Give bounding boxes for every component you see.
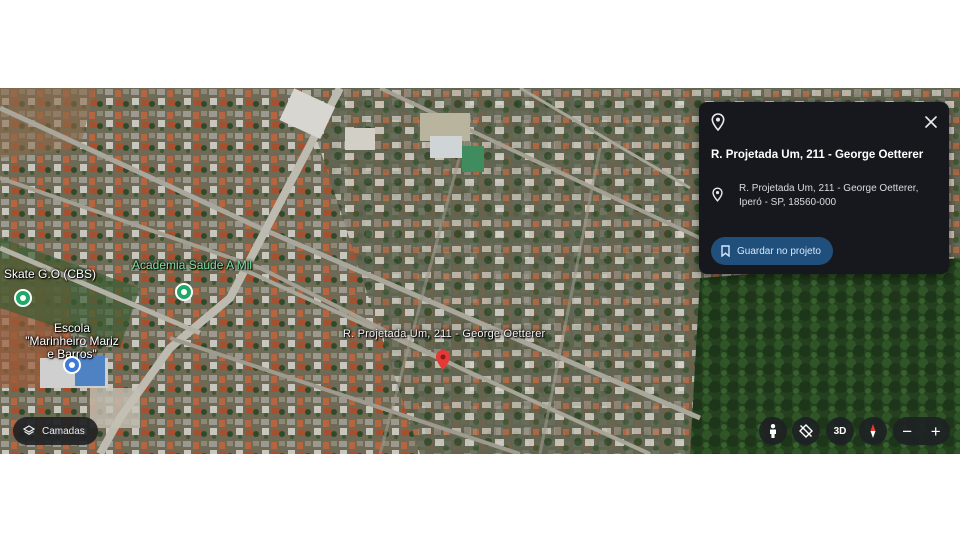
place-address: R. Projetada Um, 211 - George Oetterer, … xyxy=(739,182,944,210)
save-to-project-button[interactable]: Guardar no projeto xyxy=(711,237,833,265)
layers-button[interactable]: Camadas xyxy=(13,417,98,445)
location-pin-icon xyxy=(711,113,725,131)
compass-button[interactable] xyxy=(859,417,887,445)
tilt-toggle-button[interactable] xyxy=(792,417,820,445)
zoom-controls: − + xyxy=(893,417,950,445)
tilt-off-icon xyxy=(799,424,813,438)
poi-academia-marker[interactable] xyxy=(175,283,193,301)
street-view-button[interactable] xyxy=(759,417,787,445)
poi-skate-marker[interactable] xyxy=(14,289,32,307)
bookmark-icon xyxy=(721,245,730,257)
address-line-1: R. Projetada Um, 211 - George Oetterer, xyxy=(739,183,919,194)
satellite-map[interactable]: Skate G.O (CBS) Academia Saúde A Mil Esc… xyxy=(0,88,960,454)
compass-icon xyxy=(870,424,876,438)
map-label-academia[interactable]: Academia Saúde A Mil xyxy=(132,259,252,272)
map-label-skate[interactable]: Skate G.O (CBS) xyxy=(4,268,96,281)
address-pin-icon xyxy=(712,187,723,202)
view-3d-label: 3D xyxy=(833,425,847,437)
address-line-2: Iperó - SP, 18560-000 xyxy=(739,197,837,208)
layers-icon xyxy=(23,425,35,436)
map-label-street[interactable]: R. Projetada Um, 211 - George Oetterer xyxy=(343,328,545,341)
zoom-in-button[interactable]: + xyxy=(924,423,948,440)
place-info-panel: R. Projetada Um, 211 - George Oetterer R… xyxy=(699,102,949,274)
poi-escola-marker[interactable] xyxy=(63,356,81,374)
layers-label: Camadas xyxy=(42,425,85,437)
location-marker-icon[interactable] xyxy=(436,350,450,370)
save-to-project-label: Guardar no projeto xyxy=(737,245,821,257)
pegman-icon xyxy=(770,424,776,438)
close-icon[interactable] xyxy=(924,115,938,129)
view-3d-button[interactable]: 3D xyxy=(826,417,854,445)
place-title: R. Projetada Um, 211 - George Oetterer xyxy=(711,149,924,161)
zoom-out-button[interactable]: − xyxy=(895,423,919,440)
